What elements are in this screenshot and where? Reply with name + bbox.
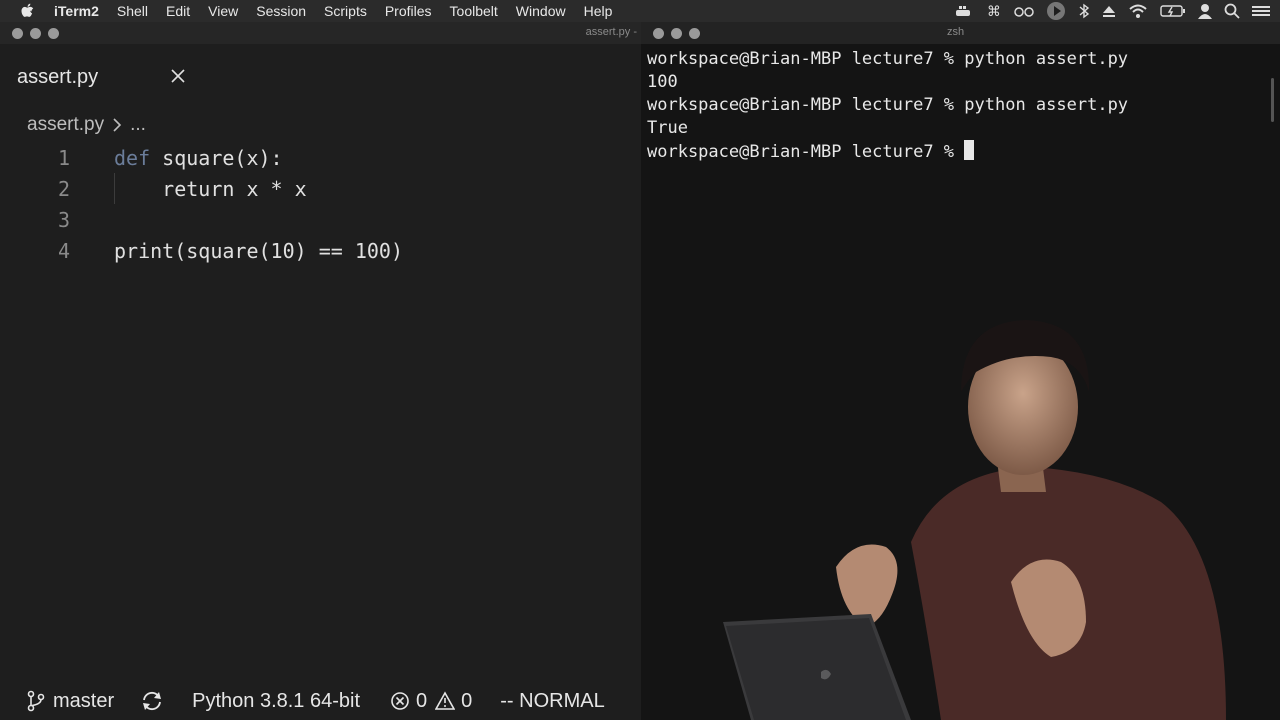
docker-icon[interactable] [954,4,974,18]
close-icon[interactable] [168,66,188,86]
code-line[interactable]: 4 print(square(10) == 100) [0,235,641,266]
close-window-button[interactable] [12,28,23,39]
error-count: 0 [416,689,428,712]
glasses-icon[interactable] [1014,4,1034,18]
git-branch-label: master [53,689,115,712]
editor-window: assert.py - assert.py assert.py ... 1 de… [0,22,641,720]
line-source: print(square(10) == 100) [114,239,403,263]
command-icon[interactable]: ⌘ [986,4,1002,18]
search-icon[interactable] [1224,3,1240,19]
code-line[interactable]: 1 def square(x): [0,142,641,173]
warning-count: 0 [461,689,473,712]
bluetooth-icon[interactable] [1078,3,1090,19]
line-source: def square(x): [114,146,283,170]
user-icon[interactable] [1198,3,1212,19]
line-number: 2 [57,177,70,201]
line-source: return x * x [114,177,307,201]
close-window-button[interactable] [653,28,664,39]
git-branch-indicator[interactable]: master [27,690,114,713]
line-text: return x * x [114,177,307,201]
play-icon[interactable] [1046,1,1066,21]
line-text: print(square(10) == 100) [114,239,403,263]
zoom-window-button[interactable] [48,28,59,39]
menu-scripts[interactable]: Scripts [324,3,367,19]
code-editor[interactable]: 1 def square(x): 2 return x * x 3 4 prin… [0,142,641,266]
tab-assert-py[interactable]: assert.py [17,66,98,89]
menu-app-iterm2[interactable]: iTerm2 [54,3,99,19]
terminal-cursor [964,140,975,160]
battery-icon[interactable] [1160,4,1186,18]
menu-edit[interactable]: Edit [166,3,190,19]
menu-view[interactable]: View [208,3,238,19]
menu-list-icon[interactable] [1252,4,1270,18]
line-text: square(x): [150,146,283,170]
eject-icon[interactable] [1102,4,1116,18]
code-line[interactable]: 3 [0,204,641,235]
terminal-scrollbar[interactable] [1271,78,1274,122]
editor-titlebar[interactable]: assert.py - [0,22,641,44]
terminal-line: True [647,118,688,138]
minimize-window-button[interactable] [30,28,41,39]
vim-mode-indicator: -- NORMAL [500,689,605,712]
terminal-prompt: workspace@Brian-MBP lecture7 % [647,142,965,162]
line-number: 3 [57,208,70,232]
menu-session[interactable]: Session [256,3,306,19]
menu-window[interactable]: Window [516,3,566,19]
wifi-icon[interactable] [1128,3,1148,19]
git-branch-icon [27,690,45,712]
terminal-line: workspace@Brian-MBP lecture7 % python as… [647,95,1129,115]
terminal-line: 100 [647,72,678,92]
terminal-window-title: zsh [947,26,965,38]
line-number: 1 [57,146,70,170]
svg-text:⌘: ⌘ [987,4,1001,18]
problems-indicator[interactable]: 0 0 [390,690,472,713]
code-line[interactable]: 2 return x * x [0,173,641,204]
terminal-prompt-line[interactable]: workspace@Brian-MBP lecture7 % [647,140,1128,163]
menu-help[interactable]: Help [584,3,613,19]
warning-icon [435,691,456,711]
terminal-output[interactable]: workspace@Brian-MBP lecture7 % python as… [647,48,1128,163]
menu-toolbelt[interactable]: Toolbelt [450,3,498,19]
menu-bar: iTerm2 Shell Edit View Session Scripts P… [0,0,1280,22]
breadcrumb: assert.py ... [27,114,146,136]
chevron-right-icon [112,117,122,133]
terminal-window[interactable]: zsh workspace@Brian-MBP lecture7 % pytho… [641,22,1280,720]
terminal-line: workspace@Brian-MBP lecture7 % python as… [647,49,1129,69]
python-interpreter-selector[interactable]: Python 3.8.1 64-bit [192,690,360,713]
sync-icon[interactable] [140,690,164,712]
status-icons: ⌘ [942,0,1270,22]
error-icon [390,691,410,711]
breadcrumb-more[interactable]: ... [130,114,146,136]
zoom-window-button[interactable] [689,28,700,39]
menu-profiles[interactable]: Profiles [385,3,432,19]
editor-window-title: assert.py - [585,26,637,38]
menu-shell[interactable]: Shell [117,3,148,19]
breadcrumb-file[interactable]: assert.py [27,114,104,136]
apple-icon[interactable] [20,3,38,19]
editor-status-bar: master Python 3.8.1 64-bit 0 0 -- NORMAL [0,682,641,720]
terminal-titlebar[interactable]: zsh [641,22,1280,44]
line-number: 4 [57,239,70,263]
keyword: def [114,146,151,170]
minimize-window-button[interactable] [671,28,682,39]
